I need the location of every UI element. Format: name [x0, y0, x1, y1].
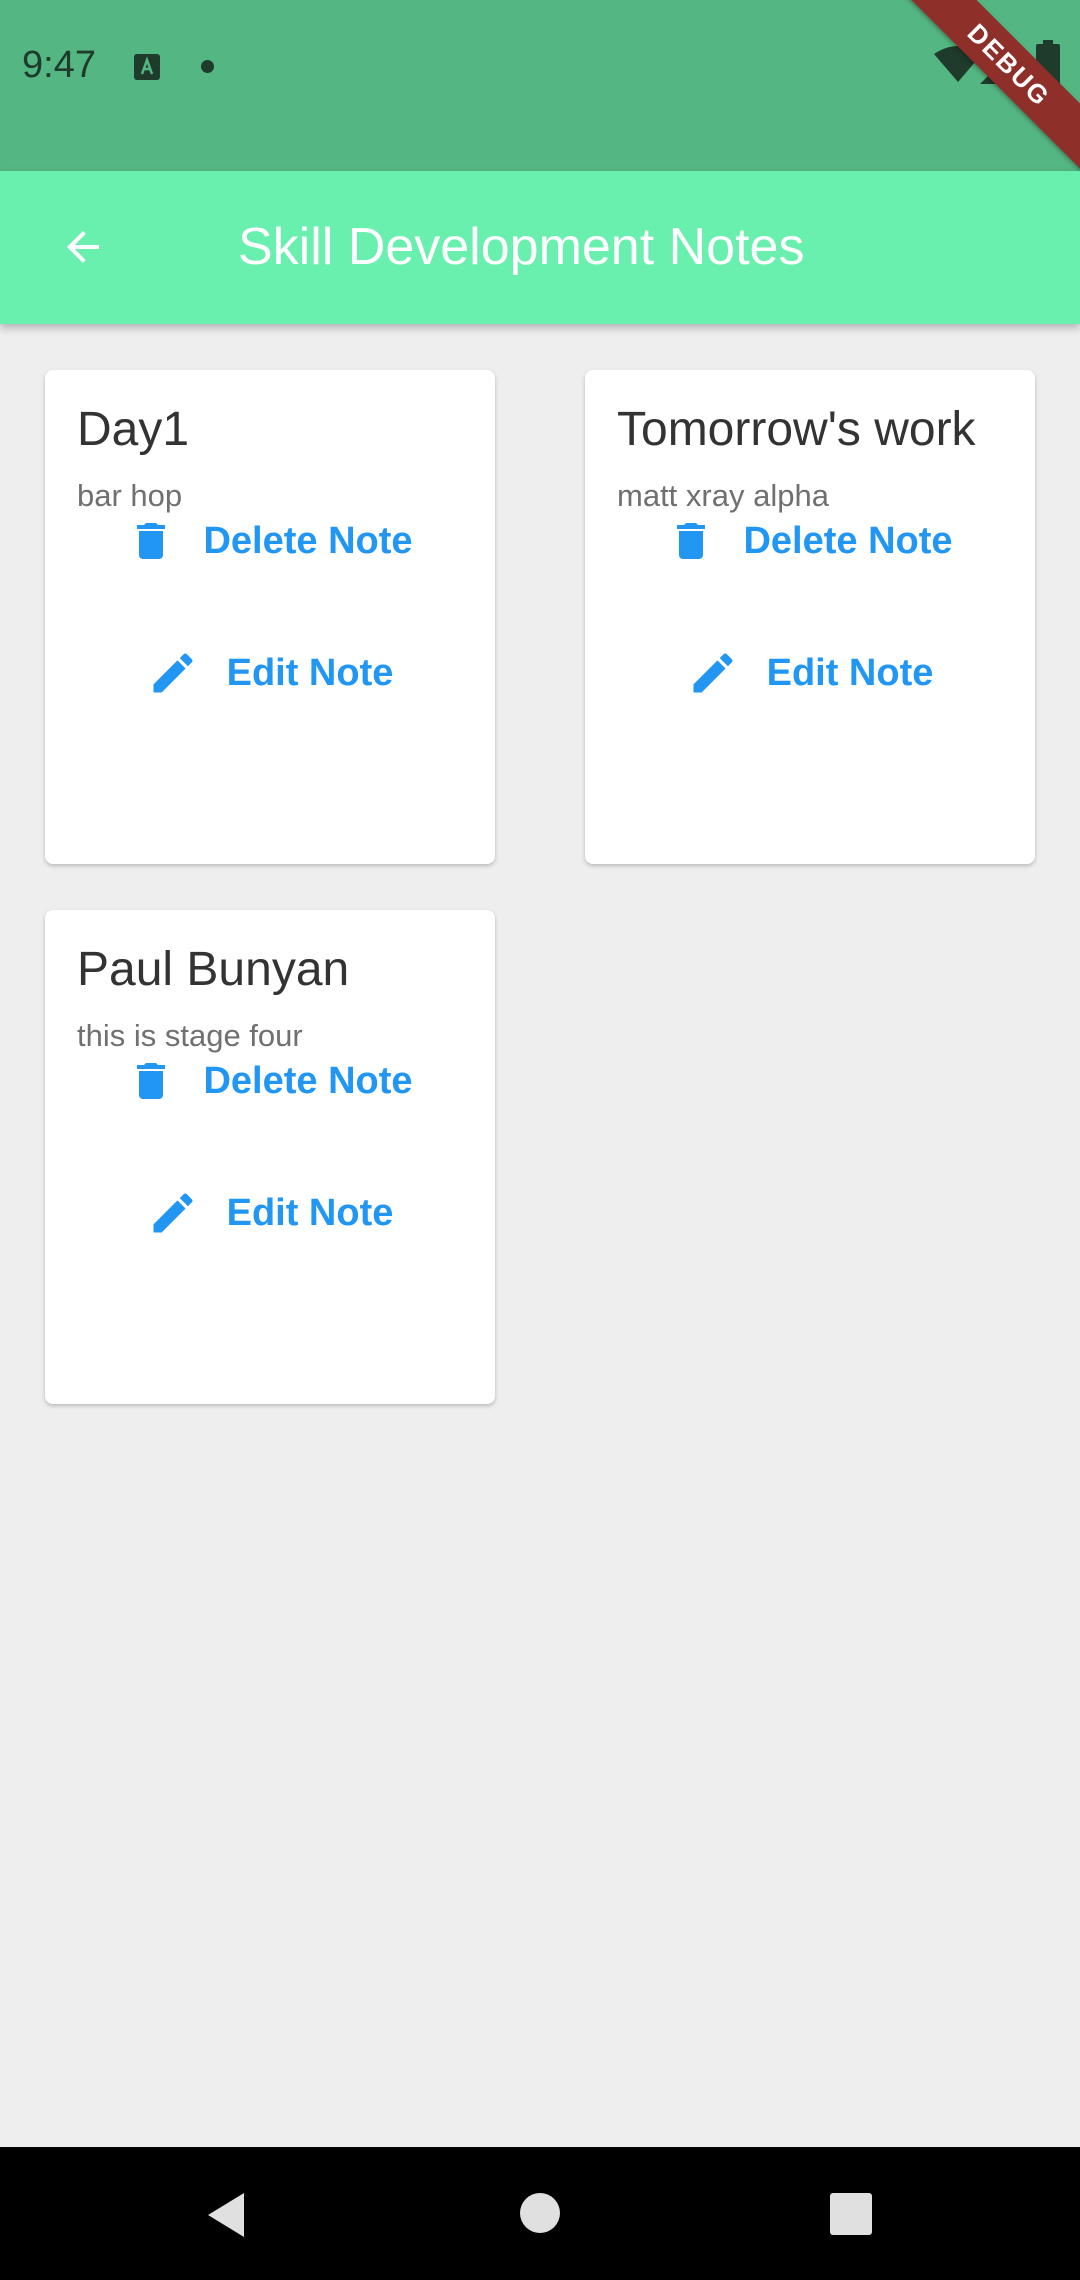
pencil-icon [153, 653, 193, 693]
note-title: Day1 [77, 403, 190, 456]
edit-note-button[interactable]: Edit Note [45, 628, 495, 718]
app-bar: Skill Development Notes [0, 171, 1080, 324]
delete-note-label: Delete Note [203, 519, 413, 562]
edit-note-label: Edit Note [226, 651, 394, 694]
pencil-icon [693, 653, 733, 693]
edit-note-label: Edit Note [226, 1191, 394, 1234]
nav-home-icon[interactable] [520, 2193, 560, 2233]
signal-icon [980, 44, 1020, 84]
trash-icon [137, 523, 166, 559]
notification-dot-icon [201, 60, 214, 73]
back-button[interactable] [40, 204, 126, 290]
a-icon [134, 54, 160, 80]
navigation-bar [0, 2147, 1080, 2280]
note-title: Tomorrow's work [617, 403, 976, 456]
arrow-back-icon [67, 231, 99, 263]
status-bar: 9:47 [0, 0, 1080, 171]
delete-note-button[interactable]: Delete Note [45, 496, 495, 586]
delete-note-label: Delete Note [743, 519, 953, 562]
delete-note-label: Delete Note [203, 1059, 413, 1102]
trash-icon [137, 1063, 166, 1099]
notes-grid: Day1 bar hop Delete Note Edit Note Tomor… [45, 370, 1035, 1404]
wifi-icon [934, 46, 982, 82]
delete-note-button[interactable]: Delete Note [585, 496, 1035, 586]
trash-icon [677, 523, 706, 559]
note-card: Tomorrow's work matt xray alpha Delete N… [585, 370, 1035, 864]
edit-note-button[interactable]: Edit Note [45, 1168, 495, 1258]
battery-icon [1036, 40, 1060, 86]
status-time: 9:47 [22, 44, 96, 86]
nav-back-icon[interactable] [204, 2191, 248, 2239]
app-title: Skill Development Notes [238, 218, 805, 276]
delete-note-button[interactable]: Delete Note [45, 1036, 495, 1126]
note-card: Day1 bar hop Delete Note Edit Note [45, 370, 495, 864]
edit-note-button[interactable]: Edit Note [585, 628, 1035, 718]
note-card: Paul Bunyan this is stage four Delete No… [45, 910, 495, 1404]
edit-note-label: Edit Note [766, 651, 934, 694]
nav-recents-icon[interactable] [830, 2193, 872, 2235]
note-title: Paul Bunyan [77, 943, 350, 996]
pencil-icon [153, 1193, 193, 1233]
